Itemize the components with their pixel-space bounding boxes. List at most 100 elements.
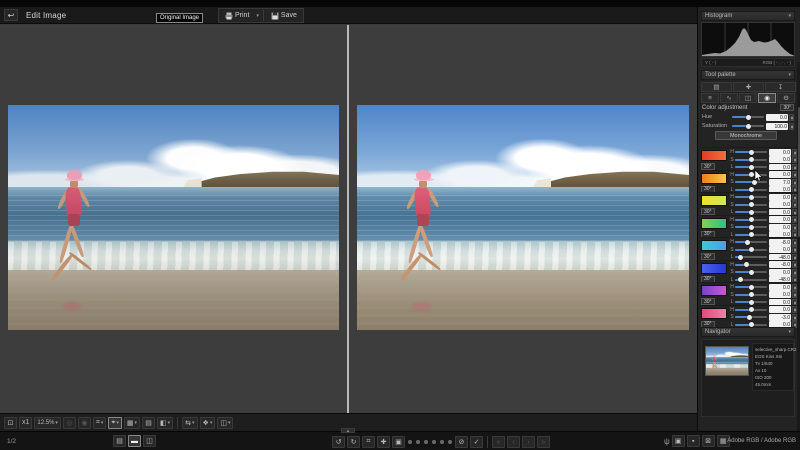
aqua-h-value[interactable]: -8.0 — [769, 239, 791, 246]
slider-thumb[interactable] — [744, 262, 749, 267]
close-preview-button[interactable]: ⊠ — [702, 435, 715, 447]
guide-button[interactable]: ▤ — [142, 417, 155, 429]
red-s-value[interactable]: 0.0 — [769, 156, 791, 163]
before-after-button[interactable]: ⇆▾ — [182, 417, 197, 429]
print-dropdown-icon[interactable]: ▾ — [256, 13, 259, 19]
blue-s-value[interactable]: 0.0 — [769, 269, 791, 276]
step-down-icon[interactable] — [794, 175, 796, 177]
tab-tone[interactable]: ∿ — [720, 93, 738, 103]
step-down-icon[interactable] — [794, 205, 796, 207]
tab-basic[interactable]: ≡ — [701, 93, 719, 103]
slider-thumb[interactable] — [749, 150, 754, 155]
transfer-icon[interactable]: ψ — [664, 437, 670, 446]
rotate-right-button[interactable]: ↻ — [347, 436, 360, 448]
stamp-shortcut-button[interactable]: ✚ — [377, 436, 390, 448]
slider-thumb[interactable] — [749, 195, 754, 200]
green-h-value[interactable]: 0.0 — [769, 216, 791, 223]
tool-palette-header[interactable]: Tool palette ▾ — [701, 70, 795, 80]
tab-detail[interactable]: ◫ — [739, 93, 757, 103]
rating-dot[interactable] — [440, 440, 444, 444]
grid-button[interactable]: ▦▾ — [124, 417, 140, 429]
step-down-icon[interactable] — [794, 183, 796, 185]
dropdown-caret-icon[interactable]: ▾ — [116, 420, 119, 426]
step-down-icon[interactable] — [794, 220, 796, 222]
yellow-s-value[interactable]: 0.0 — [769, 201, 791, 208]
rating-dot[interactable] — [448, 440, 452, 444]
rating-dot[interactable] — [432, 440, 436, 444]
save-button[interactable]: Save — [268, 11, 300, 21]
hue-stepper[interactable] — [789, 114, 794, 121]
panel-handle[interactable]: ▲ — [341, 428, 355, 433]
collapse-icon[interactable]: ▾ — [788, 72, 791, 78]
orange-s-value[interactable]: 7.0 — [769, 179, 791, 186]
aqua-s-value[interactable]: 0.0 — [769, 246, 791, 253]
yellow-h-value[interactable]: 0.0 — [769, 194, 791, 201]
check-mark-button[interactable]: ✓ — [470, 436, 483, 448]
navigator-thumbnail[interactable] — [705, 346, 749, 376]
actual-size-button[interactable]: x1 — [19, 417, 32, 429]
histogram-panel-header[interactable]: Histogram ▾ — [701, 11, 795, 21]
dropdown-caret-icon[interactable]: ▾ — [135, 420, 138, 426]
step-down-icon[interactable] — [794, 153, 796, 155]
slider-thumb[interactable] — [749, 172, 754, 177]
slider-thumb[interactable] — [749, 307, 754, 312]
saturation-value[interactable]: 100.0 — [766, 123, 788, 130]
crop-tool-button[interactable]: ⌗▾ — [93, 417, 106, 429]
crop-shortcut-button[interactable]: ⌗ — [362, 436, 375, 448]
monochrome-button[interactable]: Monochrome — [715, 131, 777, 140]
print-button[interactable]: Print — [222, 11, 252, 21]
step-down-icon[interactable] — [794, 318, 796, 320]
split-view-button[interactable]: ◫▾ — [217, 417, 233, 429]
navigator-panel-header[interactable]: Navigator ▾ — [701, 327, 795, 337]
slider-thumb[interactable] — [749, 217, 754, 222]
rating-dot[interactable] — [424, 440, 428, 444]
slider-thumb[interactable] — [749, 225, 754, 230]
slider-thumb[interactable] — [746, 115, 751, 120]
blue-h-value[interactable]: -8.0 — [769, 261, 791, 268]
step-down-icon[interactable] — [794, 228, 796, 230]
secondary-display-button[interactable]: ▪ — [687, 435, 700, 447]
original-image-pane[interactable] — [8, 105, 339, 330]
back-button[interactable]: ↩ — [4, 9, 18, 21]
gamut-warning-button[interactable]: ▣ — [392, 436, 405, 448]
dropdown-caret-icon[interactable]: ▾ — [228, 420, 231, 426]
green-s-value[interactable]: 0.0 — [769, 224, 791, 231]
dropdown-caret-icon[interactable]: ▾ — [101, 420, 104, 426]
slider-thumb[interactable] — [749, 292, 754, 297]
purple-h-value[interactable]: 0.0 — [769, 284, 791, 291]
hue-slider[interactable] — [732, 113, 764, 121]
pane-divider[interactable] — [347, 25, 349, 413]
slider-thumb[interactable] — [747, 315, 752, 320]
tab-stamp[interactable]: ✚ — [733, 82, 764, 92]
fit-to-window-button[interactable]: ⊡ — [4, 417, 17, 429]
thumbnail-view-button[interactable]: ▤ — [113, 435, 126, 447]
magenta-s-value[interactable]: -3.0 — [769, 314, 791, 321]
reject-button[interactable]: ⊘ — [455, 436, 468, 448]
purple-s-value[interactable]: 0.0 — [769, 291, 791, 298]
compare-button[interactable]: ◧▾ — [157, 417, 173, 429]
step-down-icon[interactable] — [794, 265, 796, 267]
rating-dot[interactable] — [416, 440, 420, 444]
dropdown-caret-icon[interactable]: ▾ — [192, 420, 195, 426]
step-down-icon[interactable] — [794, 250, 796, 252]
dropdown-caret-icon[interactable]: ▾ — [210, 420, 213, 426]
zoom-level-select[interactable]: 12.5%▾ — [34, 417, 61, 429]
dropdown-caret-icon[interactable]: ▾ — [55, 420, 58, 426]
tab-trimming[interactable]: ↧ — [765, 82, 796, 92]
step-down-icon[interactable] — [794, 310, 796, 312]
step-down-icon[interactable] — [794, 295, 796, 297]
step-down-icon[interactable] — [794, 273, 796, 275]
slider-thumb[interactable] — [745, 240, 750, 245]
edited-image-pane[interactable] — [357, 105, 689, 330]
slider-thumb[interactable] — [749, 247, 754, 252]
slider-thumb[interactable] — [749, 270, 754, 275]
step-down-icon[interactable] — [794, 288, 796, 290]
step-down-icon[interactable] — [794, 198, 796, 200]
red-h-value[interactable]: 0.0 — [769, 149, 791, 156]
rotate-left-button[interactable]: ↺ — [332, 436, 345, 448]
multi-view-button[interactable]: ◫ — [143, 435, 156, 447]
collapse-icon[interactable]: ▾ — [788, 13, 791, 19]
send-to-photoshop-button[interactable]: ▣ — [672, 435, 685, 447]
saturation-stepper[interactable] — [789, 123, 794, 130]
slider-thumb[interactable] — [749, 202, 754, 207]
